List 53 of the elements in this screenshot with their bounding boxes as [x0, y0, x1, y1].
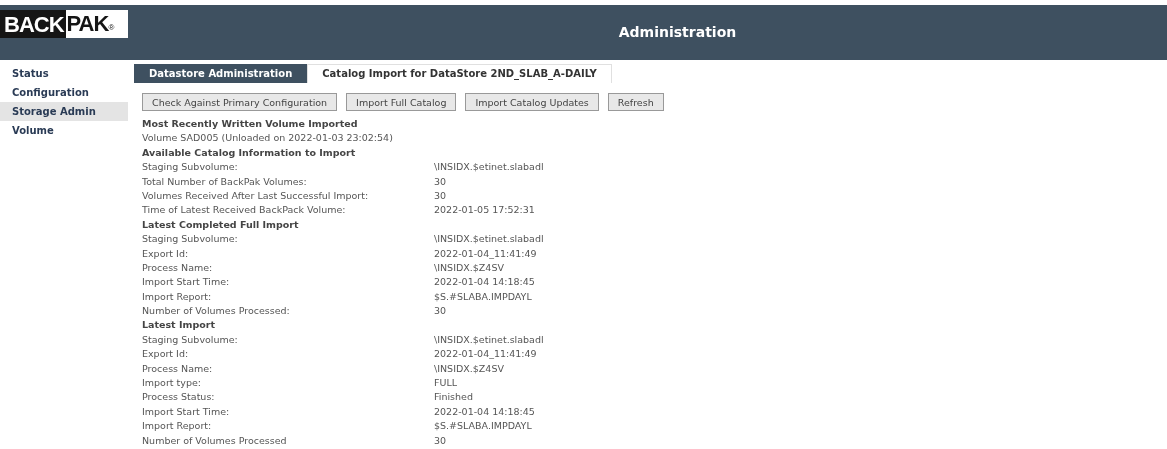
sidebar-item[interactable]: Configuration	[0, 83, 128, 102]
sidebar-item[interactable]: Volume	[0, 121, 128, 140]
section-text: Volume SAD005 (Unloaded on 2022-01-03 23:02:54)	[142, 131, 394, 146]
field-value: 30	[434, 433, 448, 448]
action-button[interactable]: Import Full Catalog	[346, 93, 457, 111]
field-label: Number of Volumes Processed	[142, 433, 288, 448]
field-label: Staging Subvolume:	[142, 332, 239, 347]
field-value: 2022-01-05 17:52:31	[434, 203, 536, 218]
field-value: 2022-01-04_11:41:49	[434, 347, 538, 362]
field-value: 30	[434, 188, 448, 203]
sidebar-item[interactable]: Storage Admin	[0, 102, 128, 121]
action-button[interactable]: Refresh	[607, 93, 664, 111]
section-heading: Most Recently Written Volume Imported	[142, 117, 359, 131]
field-value: FULL	[434, 376, 458, 391]
field-label: Process Name:	[142, 361, 214, 376]
field-value: \INSIDX.$etinet.slabadl	[434, 232, 545, 247]
field-label: Export Id:	[142, 246, 190, 261]
action-button[interactable]: Import Catalog Updates	[465, 93, 599, 111]
field-label: Process Status:	[142, 390, 216, 405]
logo: BACKPAK®	[0, 10, 128, 38]
action-button[interactable]: Check Against Primary Configuration	[142, 93, 338, 111]
field-label: Number of Volumes Processed:	[142, 304, 291, 319]
section-heading: Available Catalog Information to Import	[142, 145, 357, 160]
field-value: \INSIDX.$Z4SV	[434, 260, 505, 275]
section-heading: Latest Import	[142, 318, 216, 333]
field-label: Import Start Time:	[142, 404, 231, 419]
field-value: 2022-01-04 14:18:45	[434, 404, 536, 419]
field-label: Import Report:	[142, 289, 213, 304]
field-label: Import Start Time:	[142, 275, 231, 290]
tab[interactable]: Datastore Administration	[134, 64, 308, 83]
field-value: $S.#SLABA.IMPDAYL	[434, 419, 533, 434]
field-label: Import type:	[142, 376, 202, 391]
field-value: \INSIDX.$Z4SV	[434, 361, 505, 376]
field-label: Import Report:	[142, 419, 213, 434]
field-value: $S.#SLABA.IMPDAYL	[434, 289, 533, 304]
field-label: Export Id:	[142, 347, 190, 362]
tab[interactable]: Catalog Import for DataStore 2ND_SLAB_A-DAILY	[307, 64, 612, 83]
field-value: \INSIDX.$etinet.slabadl	[434, 332, 545, 347]
field-value: 30	[434, 304, 448, 319]
field-value: 30	[434, 174, 448, 189]
field-value: 2022-01-04_11:41:49	[434, 246, 538, 261]
field-label: Staging Subvolume:	[142, 232, 239, 247]
field-label: Volumes Received After Last Successful Import:	[142, 188, 370, 203]
field-label: Staging Subvolume:	[142, 160, 239, 175]
field-label: Total Number of BackPak Volumes:	[142, 174, 308, 189]
section-heading: Latest Completed Full Import	[142, 217, 300, 232]
field-label: Time of Latest Received BackPack Volume:	[142, 203, 347, 218]
field-value: Finished	[434, 390, 474, 405]
field-value: \INSIDX.$etinet.slabadl	[434, 160, 545, 175]
field-label: Process Name:	[142, 260, 214, 275]
page-title: Administration	[617, 23, 738, 42]
field-value: 2022-01-04 14:18:45	[434, 275, 536, 290]
sidebar-item[interactable]: Status	[0, 64, 128, 83]
